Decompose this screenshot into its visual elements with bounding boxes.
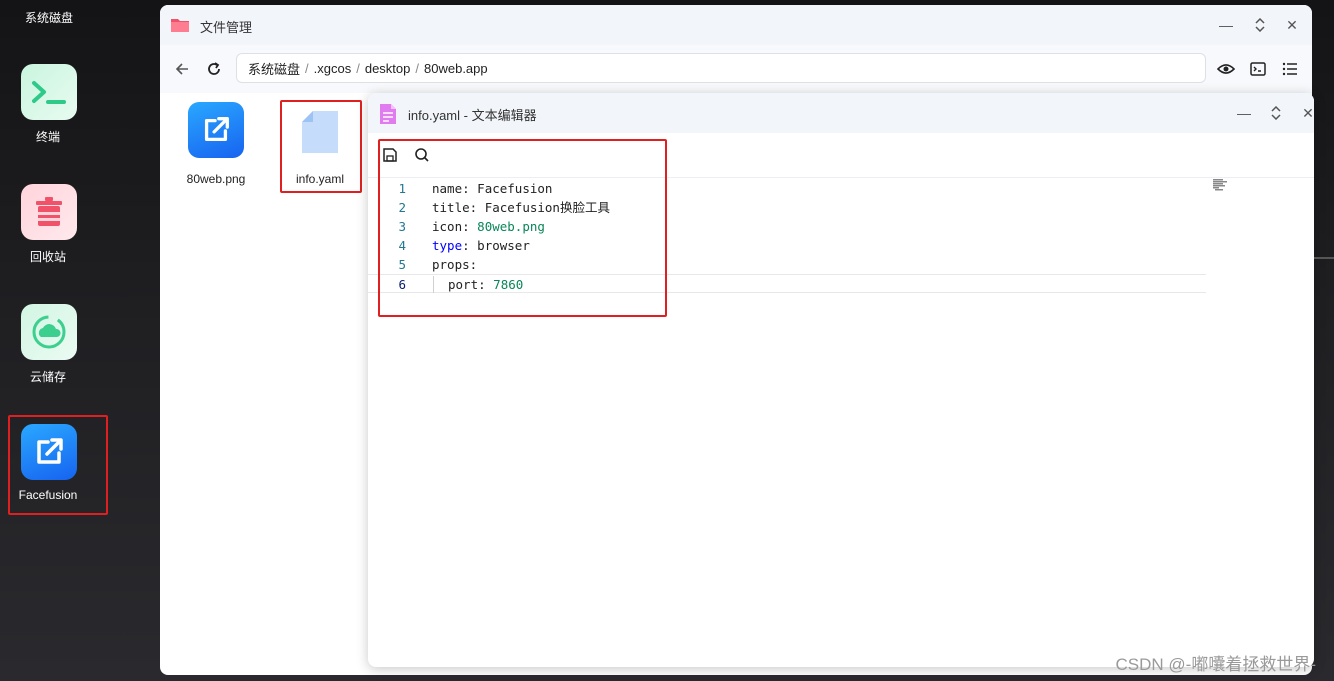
- text-editor-window: info.yaml - 文本编辑器 — ✕ 1 name: Facefusion…: [368, 93, 1314, 667]
- desktop-item-cloud[interactable]: 云储存: [0, 304, 96, 414]
- editor-titlebar[interactable]: info.yaml - 文本编辑器 — ✕: [368, 93, 1314, 133]
- back-button[interactable]: [170, 57, 194, 81]
- highlight-box-editor: [378, 139, 667, 317]
- window-title: info.yaml - 文本编辑器: [408, 108, 537, 123]
- text-editor-icon: [377, 103, 399, 125]
- view-button[interactable]: [1214, 57, 1238, 81]
- desktop-title: 系统磁盘: [25, 11, 74, 25]
- chevron-up-down-icon: [1255, 18, 1265, 32]
- desktop-item-label: 终端: [35, 130, 60, 144]
- close-button[interactable]: ✕: [1282, 15, 1302, 35]
- trash-icon: [21, 184, 77, 240]
- arrow-left-icon: [175, 63, 188, 75]
- highlight-box-file: [280, 100, 362, 193]
- breadcrumb-item[interactable]: 80web.app: [424, 61, 488, 76]
- file-item-80web-png[interactable]: 80web.png: [176, 102, 256, 192]
- breadcrumb-separator: /: [415, 60, 420, 76]
- refresh-button[interactable]: [202, 57, 226, 81]
- external-link-icon: [188, 102, 244, 158]
- watermark: CSDN @-嘟囔着拯救世界-: [1115, 655, 1316, 674]
- minimize-button[interactable]: —: [1216, 15, 1236, 35]
- list-icon: [1282, 62, 1297, 76]
- breadcrumb[interactable]: 系统磁盘 / .xgcos / desktop / 80web.app: [236, 53, 1206, 83]
- desktop-item-label: 回收站: [29, 250, 66, 264]
- breadcrumb-separator: /: [305, 60, 309, 76]
- terminal-icon: [21, 64, 77, 120]
- minimap[interactable]: [1213, 178, 1241, 191]
- breadcrumb-separator: /: [356, 60, 360, 76]
- window-title: 文件管理: [200, 20, 253, 35]
- breadcrumb-item[interactable]: desktop: [365, 61, 411, 76]
- breadcrumb-item[interactable]: 系统磁盘: [248, 59, 300, 78]
- cloud-sync-icon: [21, 304, 77, 360]
- console-icon: [1250, 62, 1266, 76]
- file-manager-toolbar: 系统磁盘 / .xgcos / desktop / 80web.app: [160, 45, 1312, 93]
- list-view-button[interactable]: [1278, 57, 1302, 81]
- desktop-item-trash[interactable]: 回收站: [0, 184, 96, 294]
- refresh-icon: [208, 62, 220, 75]
- desktop-item-label: 云储存: [29, 370, 66, 384]
- scroll-indicator: [1314, 257, 1334, 259]
- breadcrumb-item[interactable]: .xgcos: [314, 61, 352, 76]
- desktop-item-terminal[interactable]: 终端: [0, 64, 96, 174]
- minimize-button[interactable]: —: [1234, 103, 1254, 123]
- file-manager-titlebar[interactable]: 文件管理 — ✕: [160, 5, 1312, 45]
- highlight-box-desktop-app: [8, 415, 108, 515]
- eye-icon: [1217, 64, 1235, 74]
- maximize-button[interactable]: [1250, 15, 1270, 35]
- chevron-up-down-icon: [1271, 106, 1281, 120]
- file-name: 80web.png: [186, 172, 246, 186]
- terminal-button[interactable]: [1246, 57, 1270, 81]
- maximize-button[interactable]: [1266, 103, 1286, 123]
- close-button[interactable]: ✕: [1298, 103, 1314, 123]
- folder-icon: [170, 16, 190, 34]
